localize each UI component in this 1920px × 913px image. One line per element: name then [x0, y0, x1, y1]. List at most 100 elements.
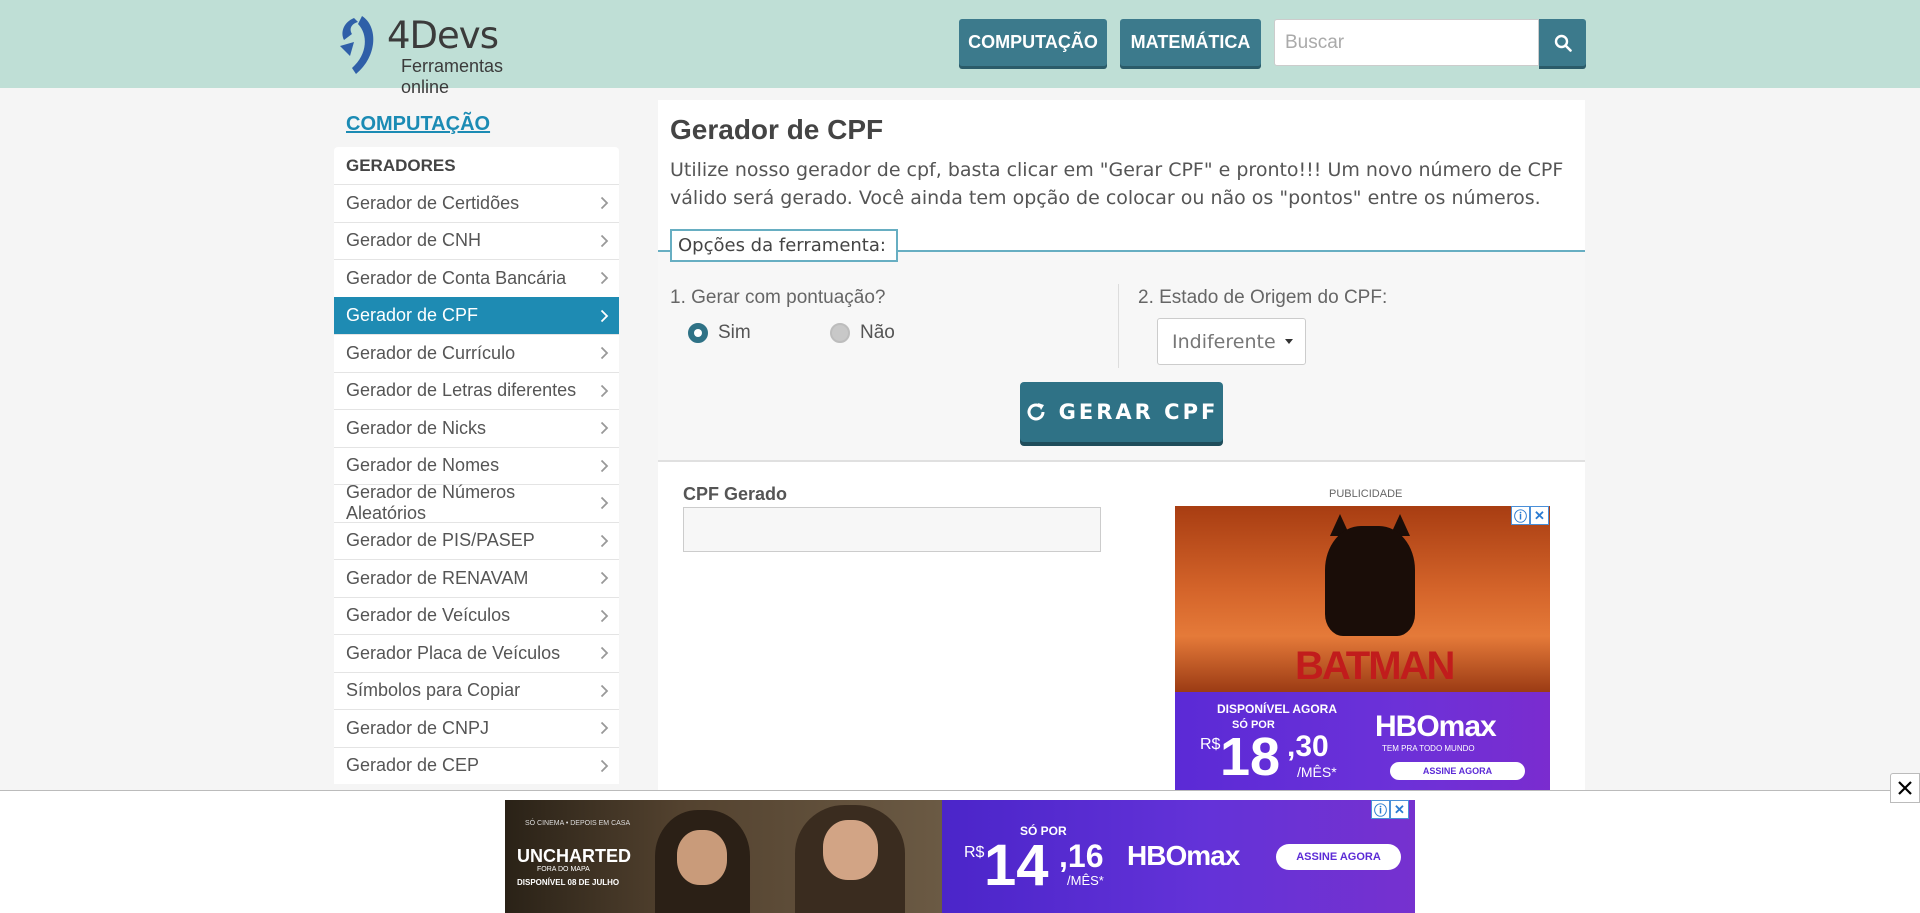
ad-uncharted-image: SÓ CINEMA • DEPOIS EM CASA UNCHARTED FOR…: [505, 800, 942, 913]
ad-price-cents: ,30: [1287, 730, 1329, 763]
sidebar-item-label: Gerador de Certidões: [346, 192, 520, 213]
search-input[interactable]: [1274, 19, 1539, 66]
ad-top-text: SÓ CINEMA • DEPOIS EM CASA: [525, 820, 631, 827]
sidebar-item[interactable]: Gerador Placa de Veículos: [334, 634, 619, 672]
ad-currency: R$: [964, 844, 985, 861]
side-ad-banner[interactable]: BATMAN DISPONÍVEL AGORA SÓ POR R$ 18 ,30…: [1175, 506, 1550, 790]
cpf-result-label: CPF Gerado: [683, 484, 788, 504]
ad-movie-title: UNCHARTED: [517, 846, 631, 866]
ad-batman-figure: [1325, 526, 1415, 636]
sidebar-item-label: Gerador de Nomes: [346, 455, 500, 476]
ad-close-icon[interactable]: ✕: [1530, 506, 1549, 525]
logo-text: 4Devs: [387, 14, 499, 57]
sidebar-item-label: Gerador Placa de Veículos: [346, 642, 561, 663]
search-button[interactable]: [1539, 19, 1586, 66]
sidebar-item[interactable]: Gerador de RENAVAM: [334, 559, 619, 597]
sidebar-item[interactable]: Gerador de PIS/PASEP: [334, 521, 619, 559]
chevron-right-icon: [589, 196, 619, 210]
chevron-right-icon: [589, 646, 619, 660]
chevron-right-icon: [589, 459, 619, 473]
radio-nao[interactable]: Não: [830, 322, 895, 344]
page-title: Gerador de CPF: [670, 114, 884, 145]
ad-offer: DISPONÍVEL AGORA SÓ POR R$ 18 ,30 /MÊS* …: [1175, 692, 1550, 790]
sidebar-item[interactable]: Gerador de Nomes: [334, 446, 619, 484]
ad-price-int: 18: [1220, 727, 1281, 787]
options-vertical-divider: [1118, 284, 1119, 368]
sidebar-item[interactable]: Gerador de Certidões: [334, 184, 619, 222]
sidebar-item-label: Gerador de Conta Bancária: [346, 267, 567, 288]
radio-nao-label: Não: [860, 322, 895, 343]
chevron-right-icon: [590, 496, 619, 510]
ad-currency: R$: [1200, 736, 1221, 753]
logo-mark-icon: [340, 16, 374, 74]
sidebar-item-label: Gerador de PIS/PASEP: [346, 530, 535, 551]
ad-actor-face: [823, 820, 878, 880]
bottom-ad-banner[interactable]: SÓ CINEMA • DEPOIS EM CASA UNCHARTED FOR…: [505, 800, 1415, 913]
ad-info-icon[interactable]: ⓘ: [1511, 506, 1530, 525]
ad-per-month: /MÊS*: [1297, 764, 1337, 780]
chevron-right-icon: [589, 346, 619, 360]
sidebar-item[interactable]: Gerador de Currículo: [334, 334, 619, 372]
sidebar-section-title[interactable]: COMPUTAÇÃO: [346, 113, 490, 136]
chevron-right-icon: [589, 534, 619, 548]
chevron-right-icon: [589, 234, 619, 248]
chevron-right-icon: [589, 421, 619, 435]
options-legend: Opções da ferramenta:: [670, 229, 898, 262]
ad-close-icon[interactable]: ✕: [1390, 800, 1409, 819]
sidebar-item[interactable]: Gerador de CPF: [334, 296, 619, 334]
ad-movie-subtitle: FORA DO MAPA: [537, 866, 590, 873]
chevron-right-icon: [589, 309, 619, 323]
sidebar-item[interactable]: Gerador de CNPJ: [334, 709, 619, 747]
ad-actor-face: [677, 830, 727, 885]
generate-cpf-button[interactable]: GERAR CPF: [1020, 382, 1223, 442]
page-description: Utilize nosso gerador de cpf, basta clic…: [670, 159, 1564, 209]
logo-subtitle: Ferramentas online: [401, 56, 504, 97]
sidebar-group-title: GERADORES: [334, 147, 619, 184]
ad-price-int: 14: [984, 833, 1049, 898]
sidebar-item[interactable]: Gerador de Números Aleatórios: [334, 482, 619, 524]
ad-offer: SÓ POR R$ 14 ,16 /MÊS* HBOmax ASSINE AGO…: [942, 800, 1415, 913]
ad-label: PUBLICIDADE: [1329, 488, 1403, 500]
sidebar-item-label: Gerador de CNPJ: [346, 717, 490, 738]
chevron-right-icon: [589, 759, 619, 773]
sidebar-item-label: Gerador de CNH: [346, 230, 482, 251]
chevron-right-icon: [589, 684, 619, 698]
sidebar-item[interactable]: Gerador de Veículos: [334, 596, 619, 634]
cpf-result-field[interactable]: [683, 507, 1101, 552]
chevron-right-icon: [589, 609, 619, 623]
ad-info-icon[interactable]: ⓘ: [1371, 800, 1390, 819]
sidebar-item[interactable]: Gerador de Nicks: [334, 409, 619, 447]
close-icon: [1898, 781, 1912, 795]
sidebar-item[interactable]: Gerador de CEP: [334, 746, 619, 784]
sidebar-item[interactable]: Símbolos para Copiar: [334, 671, 619, 709]
sidebar-item-label: Gerador de Letras diferentes: [346, 380, 577, 401]
generate-cpf-label: GERAR CPF: [1058, 400, 1219, 424]
sidebar-item[interactable]: Gerador de CNH: [334, 221, 619, 259]
question-punctuation: 1. Gerar com pontuação?: [670, 287, 886, 308]
sidebar-item-label: Gerador de Números Aleatórios: [346, 482, 516, 524]
sidebar-item-label: Gerador de Currículo: [346, 342, 516, 363]
nav-matematica-button[interactable]: MATEMÁTICA: [1120, 19, 1261, 66]
ad-per-month: /MÊS*: [1067, 873, 1104, 888]
options-area: 1. Gerar com pontuação? Sim Não 2. Estad…: [658, 252, 1585, 462]
radio-sim-label: Sim: [718, 322, 751, 343]
sidebar-item[interactable]: Gerador de Conta Bancária: [334, 259, 619, 297]
site-header: 4Devs Ferramentas online COMPUTAÇÃO MATE…: [0, 0, 1920, 97]
ad-cta-button[interactable]: ASSINE AGORA: [1276, 844, 1401, 870]
chevron-right-icon: [589, 571, 619, 585]
sidebar-item[interactable]: Gerador de Letras diferentes: [334, 371, 619, 409]
state-select[interactable]: Indiferente: [1157, 318, 1306, 365]
ad-tagline: TEM PRA TODO MUNDO: [1382, 744, 1475, 753]
search-icon: [1554, 34, 1572, 52]
chevron-right-icon: [589, 271, 619, 285]
ad-price-cents: ,16: [1059, 838, 1104, 874]
radio-sim[interactable]: Sim: [688, 322, 751, 344]
site-logo[interactable]: 4Devs Ferramentas online: [332, 12, 552, 97]
bottom-ad-close-button[interactable]: [1890, 773, 1920, 803]
sidebar-item-label: Gerador de Nicks: [346, 417, 487, 438]
radio-selected-icon: [688, 323, 708, 343]
ad-release-date: DISPONÍVEL 08 DE JULHO: [517, 878, 620, 887]
sidebar-item-label: Gerador de RENAVAM: [346, 567, 529, 588]
ad-cta-button[interactable]: ASSINE AGORA: [1390, 762, 1525, 780]
nav-computacao-button[interactable]: COMPUTAÇÃO: [959, 19, 1107, 66]
